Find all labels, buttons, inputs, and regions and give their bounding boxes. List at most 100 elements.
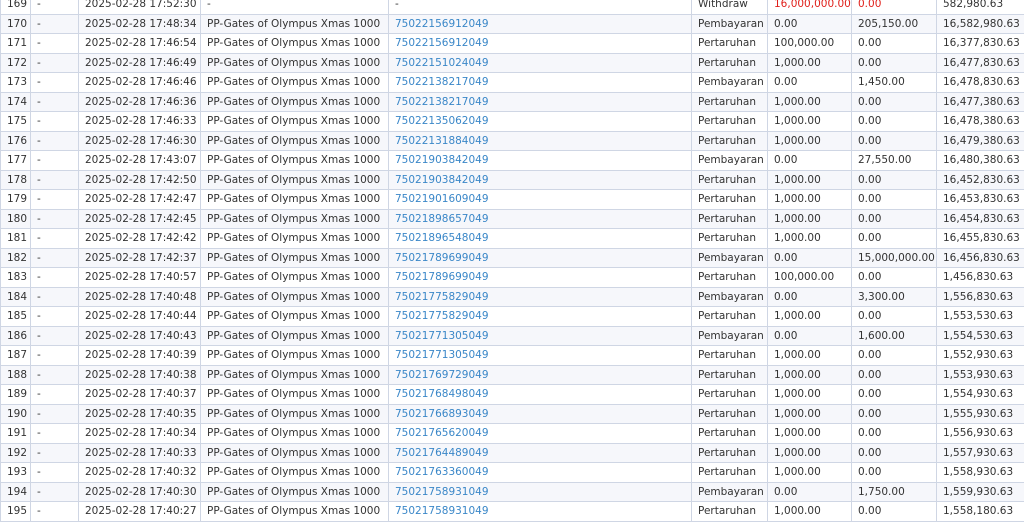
row-reference: 75021771305049: [388, 325, 692, 346]
reference-link[interactable]: 75021903842049: [395, 174, 489, 186]
reference-link[interactable]: 75021903842049: [395, 154, 489, 166]
row-balance: 1,558,930.63: [936, 462, 1024, 483]
row-column-2: -: [30, 267, 79, 288]
table-row: 186 - 2025-02-28 17:40:43 PP-Gates of Ol…: [0, 325, 1024, 346]
reference-link[interactable]: 75021789699049: [395, 252, 489, 264]
row-debit: 1,000.00: [767, 208, 852, 229]
table-row: 169 - 2025-02-28 17:52:30 - - Withdraw 1…: [0, 0, 1024, 15]
table-row: 171 - 2025-02-28 17:46:54 PP-Gates of Ol…: [0, 33, 1024, 54]
row-debit: 1,000.00: [767, 403, 852, 424]
reference-link[interactable]: 75021775829049: [395, 291, 489, 303]
row-game: PP-Gates of Olympus Xmas 1000: [200, 130, 389, 151]
row-game: PP-Gates of Olympus Xmas 1000: [200, 481, 389, 502]
row-column-2: -: [30, 130, 79, 151]
row-credit: 0.00: [851, 130, 937, 151]
row-datetime: 2025-02-28 17:40:37: [78, 384, 201, 405]
reference-link[interactable]: 75021901609049: [395, 193, 489, 205]
row-balance: 16,377,830.63: [936, 33, 1024, 54]
row-game: PP-Gates of Olympus Xmas 1000: [200, 345, 389, 366]
row-column-2: -: [30, 462, 79, 483]
row-game: PP-Gates of Olympus Xmas 1000: [200, 364, 389, 385]
reference-link[interactable]: 75021768498049: [395, 388, 489, 400]
row-number: 185: [0, 306, 31, 327]
table-row: 174 - 2025-02-28 17:46:36 PP-Gates of Ol…: [0, 91, 1024, 112]
row-debit: 0.00: [767, 325, 852, 346]
reference-link[interactable]: 75022138217049: [395, 96, 489, 108]
reference-link[interactable]: 75021898657049: [395, 213, 489, 225]
row-balance: 16,455,830.63: [936, 228, 1024, 249]
row-number: 179: [0, 189, 31, 210]
row-reference: 75021901609049: [388, 189, 692, 210]
row-datetime: 2025-02-28 17:46:36: [78, 91, 201, 112]
table-row: 187 - 2025-02-28 17:40:39 PP-Gates of Ol…: [0, 345, 1024, 366]
reference-link[interactable]: 75021763360049: [395, 466, 489, 478]
row-type: Pertaruhan: [691, 33, 768, 54]
row-reference: 75021758931049: [388, 481, 692, 502]
row-credit: 0.00: [851, 306, 937, 327]
reference-link[interactable]: 75021765620049: [395, 427, 489, 439]
row-column-2: -: [30, 208, 79, 229]
row-debit: 100,000.00: [767, 33, 852, 54]
row-datetime: 2025-02-28 17:40:34: [78, 423, 201, 444]
row-datetime: 2025-02-28 17:40:27: [78, 501, 201, 522]
reference-link[interactable]: 75021758931049: [395, 505, 489, 517]
row-type: Pertaruhan: [691, 345, 768, 366]
row-datetime: 2025-02-28 17:42:50: [78, 169, 201, 190]
reference-link[interactable]: 75022156912049: [395, 18, 489, 30]
row-number: 193: [0, 462, 31, 483]
reference-link[interactable]: 75021758931049: [395, 486, 489, 498]
row-type: Pertaruhan: [691, 169, 768, 190]
table-row: 177 - 2025-02-28 17:43:07 PP-Gates of Ol…: [0, 150, 1024, 171]
row-reference: 75022135062049: [388, 111, 692, 132]
row-reference: 75021765620049: [388, 423, 692, 444]
reference-link[interactable]: 75021775829049: [395, 310, 489, 322]
table-row: 173 - 2025-02-28 17:46:46 PP-Gates of Ol…: [0, 72, 1024, 93]
reference-link[interactable]: 75021771305049: [395, 330, 489, 342]
row-datetime: 2025-02-28 17:42:37: [78, 247, 201, 268]
reference-link[interactable]: 75021789699049: [395, 271, 489, 283]
row-balance: 16,477,380.63: [936, 91, 1024, 112]
reference-link[interactable]: 75021769729049: [395, 369, 489, 381]
row-balance: 582,980.63: [936, 0, 1024, 15]
row-type: Pertaruhan: [691, 501, 768, 522]
row-datetime: 2025-02-28 17:40:48: [78, 286, 201, 307]
reference-link[interactable]: 75021766893049: [395, 408, 489, 420]
row-type: Pembayaran: [691, 247, 768, 268]
row-balance: 1,557,930.63: [936, 442, 1024, 463]
reference-link[interactable]: 75021771305049: [395, 349, 489, 361]
row-credit: 0.00: [851, 33, 937, 54]
reference-link[interactable]: 75021896548049: [395, 232, 489, 244]
row-balance: 1,456,830.63: [936, 267, 1024, 288]
row-datetime: 2025-02-28 17:40:35: [78, 403, 201, 424]
row-datetime: 2025-02-28 17:42:45: [78, 208, 201, 229]
reference-link[interactable]: 75022131884049: [395, 135, 489, 147]
row-credit: 0.00: [851, 462, 937, 483]
reference-link[interactable]: 75022156912049: [395, 37, 489, 49]
reference-link[interactable]: 75021764489049: [395, 447, 489, 459]
row-reference: 75021768498049: [388, 384, 692, 405]
row-type: Pertaruhan: [691, 228, 768, 249]
row-balance: 1,554,930.63: [936, 384, 1024, 405]
row-column-2: -: [30, 169, 79, 190]
reference-link[interactable]: 75022151024049: [395, 57, 489, 69]
row-game: PP-Gates of Olympus Xmas 1000: [200, 169, 389, 190]
row-credit: 0.00: [851, 423, 937, 444]
table-row: 185 - 2025-02-28 17:40:44 PP-Gates of Ol…: [0, 306, 1024, 327]
row-reference: -: [388, 0, 692, 15]
row-game: PP-Gates of Olympus Xmas 1000: [200, 325, 389, 346]
reference-link[interactable]: 75022138217049: [395, 76, 489, 88]
row-game: PP-Gates of Olympus Xmas 1000: [200, 403, 389, 424]
row-reference: 75021758931049: [388, 501, 692, 522]
row-credit: 0.00: [851, 208, 937, 229]
transaction-table-body: 169 - 2025-02-28 17:52:30 - - Withdraw 1…: [0, 0, 1024, 522]
row-number: 177: [0, 150, 31, 171]
row-game: -: [200, 0, 389, 15]
table-row: 191 - 2025-02-28 17:40:34 PP-Gates of Ol…: [0, 423, 1024, 444]
row-debit: 0.00: [767, 247, 852, 268]
row-game: PP-Gates of Olympus Xmas 1000: [200, 501, 389, 522]
row-debit: 0.00: [767, 150, 852, 171]
row-reference: 75021789699049: [388, 247, 692, 268]
table-row: 180 - 2025-02-28 17:42:45 PP-Gates of Ol…: [0, 208, 1024, 229]
reference-link[interactable]: 75022135062049: [395, 115, 489, 127]
row-game: PP-Gates of Olympus Xmas 1000: [200, 306, 389, 327]
